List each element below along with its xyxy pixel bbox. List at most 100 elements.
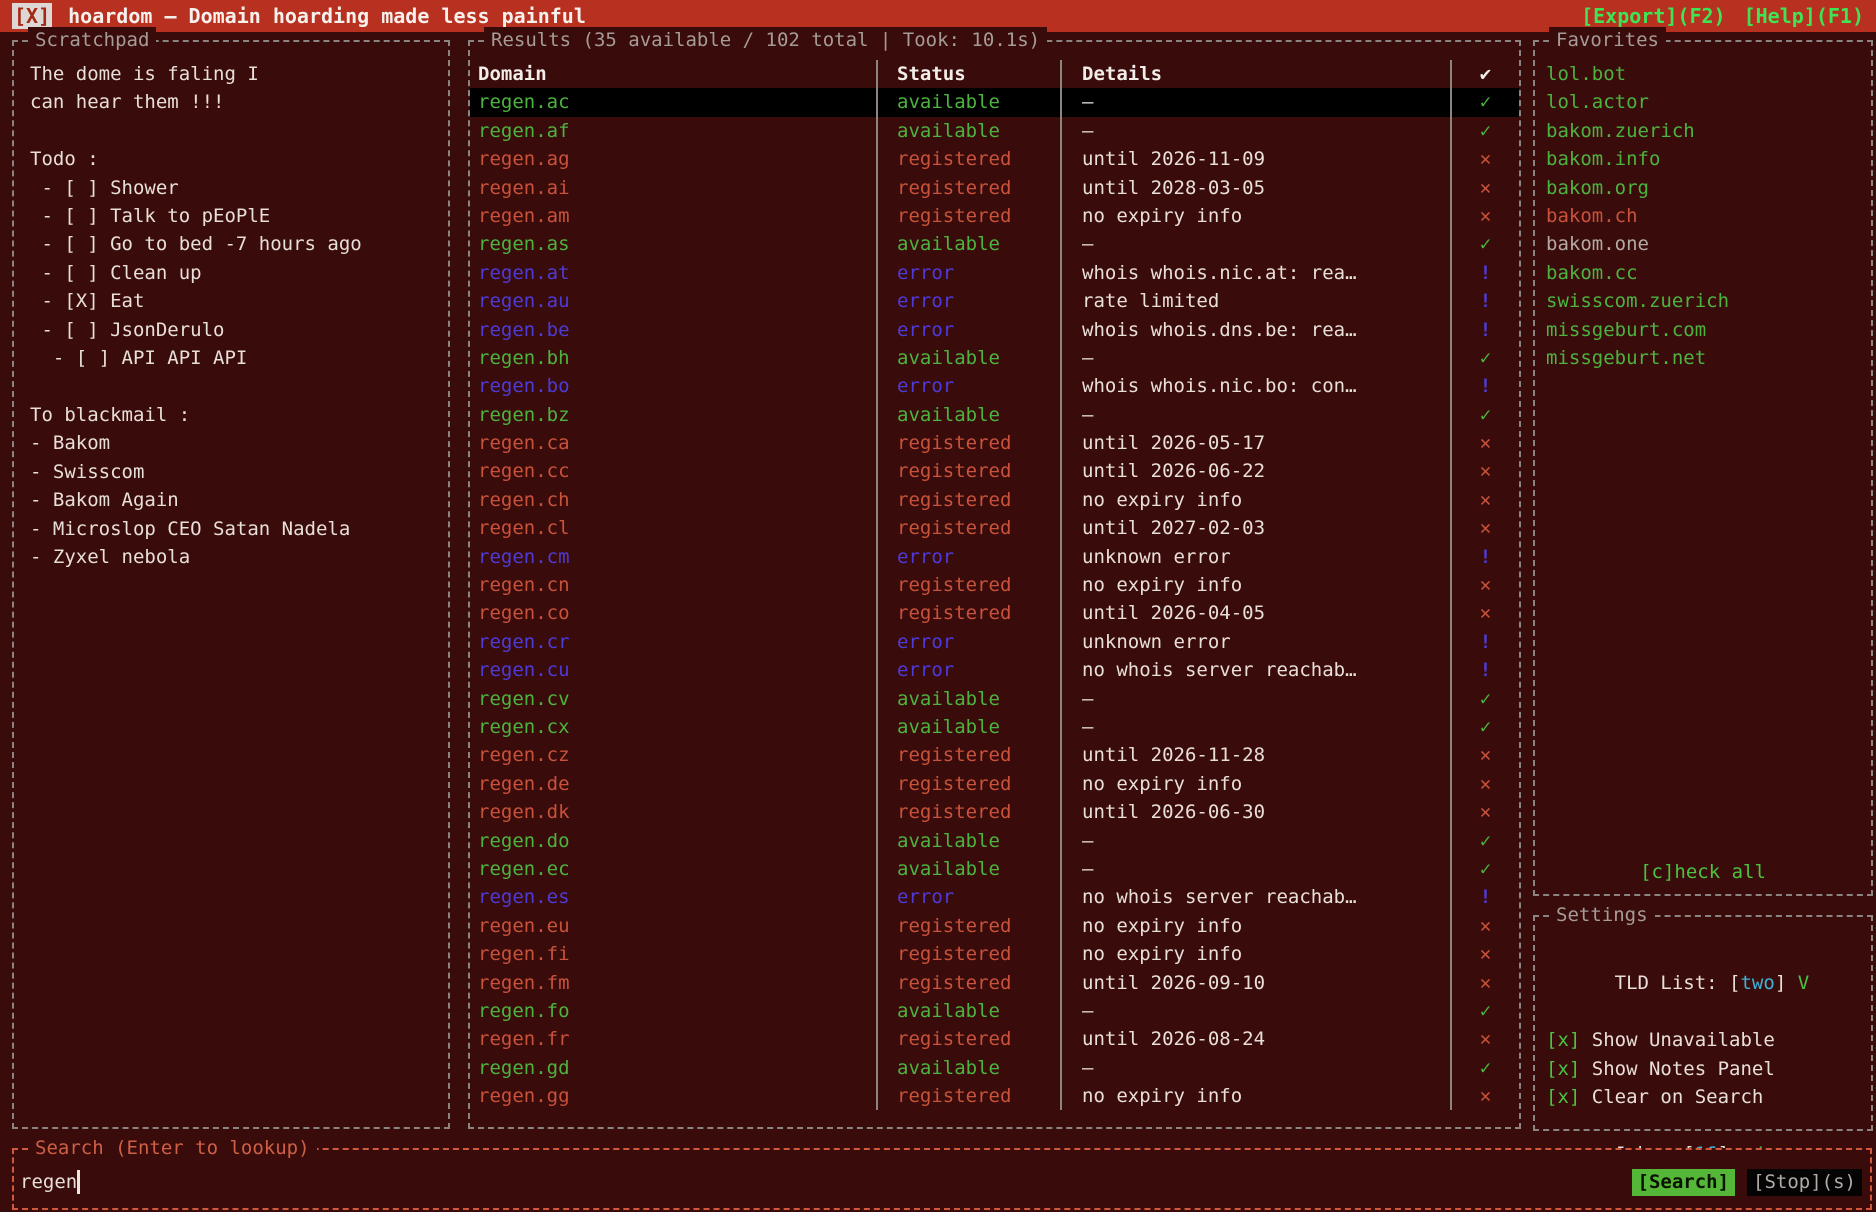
domain-cell: regen.cz	[470, 741, 876, 769]
table-row[interactable]: regen.aterrorwhois whois.nic.at: rea…!	[470, 259, 1519, 287]
table-row[interactable]: regen.eserrorno whois server reachab…!	[470, 883, 1519, 911]
column-header-status: Status	[876, 60, 1060, 88]
scratchpad-line: The dome is faling I	[30, 60, 442, 88]
favorite-item[interactable]: lol.actor	[1546, 88, 1867, 116]
table-row[interactable]: regen.cmerrorunknown error!	[470, 543, 1519, 571]
table-row[interactable]: regen.beerrorwhois whois.dns.be: rea…!	[470, 316, 1519, 344]
details-cell: whois whois.nic.bo: con…	[1060, 372, 1450, 400]
stop-button[interactable]: [Stop](s)	[1747, 1169, 1862, 1196]
check-mark: ✕	[1450, 571, 1519, 599]
table-row[interactable]: regen.crerrorunknown error!	[470, 628, 1519, 656]
results-rows: regen.acavailable–✓regen.afavailable–✓re…	[470, 88, 1519, 1110]
settings-checkbox[interactable]: [x] Show Unavailable	[1546, 1026, 1867, 1054]
table-row[interactable]: regen.doavailable–✓	[470, 827, 1519, 855]
table-row[interactable]: regen.airegistereduntil 2028-03-05✕	[470, 174, 1519, 202]
table-row[interactable]: regen.cvavailable–✓	[470, 685, 1519, 713]
table-row[interactable]: regen.chregisteredno expiry info✕	[470, 486, 1519, 514]
app-title: hoardom — Domain hoarding made less pain…	[68, 4, 586, 28]
status-cell: available	[876, 997, 1060, 1025]
table-row[interactable]: regen.ccregistereduntil 2026-06-22✕	[470, 457, 1519, 485]
scratchpad-content[interactable]: The dome is faling Ican hear them !!! To…	[14, 42, 448, 571]
favorite-item[interactable]: bakom.info	[1546, 145, 1867, 173]
favorites-list: lol.botlol.actorbakom.zuerichbakom.infob…	[1535, 42, 1871, 372]
search-actions: [Search] [Stop](s)	[1632, 1169, 1862, 1196]
checkbox-icon[interactable]: [x]	[1546, 1058, 1580, 1080]
table-row[interactable]: regen.cuerrorno whois server reachab…!	[470, 656, 1519, 684]
table-row[interactable]: regen.czregistereduntil 2026-11-28✕	[470, 741, 1519, 769]
details-cell: –	[1060, 1054, 1450, 1082]
favorite-item[interactable]: bakom.ch	[1546, 202, 1867, 230]
table-header: Domain Status Details ✔	[470, 60, 1519, 88]
status-cell: available	[876, 685, 1060, 713]
check-mark: ✓	[1450, 230, 1519, 258]
favorites-title: Favorites	[1549, 27, 1666, 53]
table-row[interactable]: regen.fmregistereduntil 2026-09-10✕	[470, 969, 1519, 997]
export-button[interactable]: [Export](F2)	[1581, 4, 1726, 28]
favorite-item[interactable]: missgeburt.net	[1546, 344, 1867, 372]
check-mark: ✓	[1450, 117, 1519, 145]
scratchpad-line: - [ ] Shower	[30, 174, 442, 202]
search-input[interactable]: regen	[20, 1168, 77, 1196]
search-button[interactable]: [Search]	[1632, 1169, 1736, 1196]
titlebar-actions: [Export](F2) [Help](F1)	[1581, 4, 1864, 28]
table-row[interactable]: regen.gdavailable–✓	[470, 1054, 1519, 1082]
table-row[interactable]: regen.euregisteredno expiry info✕	[470, 912, 1519, 940]
table-row[interactable]: regen.foavailable–✓	[470, 997, 1519, 1025]
table-row[interactable]: regen.agregistereduntil 2026-11-09✕	[470, 145, 1519, 173]
checkbox-icon[interactable]: [x]	[1546, 1086, 1580, 1108]
scratchpad-line: - Bakom	[30, 429, 442, 457]
table-row[interactable]: regen.caregistereduntil 2026-05-17✕	[470, 429, 1519, 457]
table-row[interactable]: regen.auerrorrate limited!	[470, 287, 1519, 315]
chevron-down-icon[interactable]: V	[1798, 972, 1809, 994]
table-row[interactable]: regen.frregistereduntil 2026-08-24✕	[470, 1025, 1519, 1053]
domain-cell: regen.fo	[470, 997, 876, 1025]
table-row[interactable]: regen.bzavailable–✓	[470, 401, 1519, 429]
status-cell: registered	[876, 174, 1060, 202]
favorite-item[interactable]: bakom.zuerich	[1546, 117, 1867, 145]
settings-checkbox[interactable]: [x] Clear on Search	[1546, 1083, 1867, 1111]
details-cell: until 2028-03-05	[1060, 174, 1450, 202]
close-button[interactable]: [X]	[12, 3, 52, 29]
table-row[interactable]: regen.amregisteredno expiry info✕	[470, 202, 1519, 230]
details-cell: until 2026-09-10	[1060, 969, 1450, 997]
domain-cell: regen.cr	[470, 628, 876, 656]
help-button[interactable]: [Help](F1)	[1744, 4, 1864, 28]
table-row[interactable]: regen.coregistereduntil 2026-04-05✕	[470, 599, 1519, 627]
details-cell: no expiry info	[1060, 912, 1450, 940]
domain-cell: regen.cc	[470, 457, 876, 485]
check-mark: ✕	[1450, 912, 1519, 940]
scratchpad-line	[30, 372, 442, 400]
favorite-item[interactable]: bakom.org	[1546, 174, 1867, 202]
table-row[interactable]: regen.deregisteredno expiry info✕	[470, 770, 1519, 798]
check-mark: ✓	[1450, 685, 1519, 713]
table-row[interactable]: regen.bhavailable–✓	[470, 344, 1519, 372]
table-row[interactable]: regen.ecavailable–✓	[470, 855, 1519, 883]
table-row[interactable]: regen.acavailable–✓	[470, 88, 1519, 116]
favorite-item[interactable]: missgeburt.com	[1546, 316, 1867, 344]
table-row[interactable]: regen.clregistereduntil 2027-02-03✕	[470, 514, 1519, 542]
details-cell: no expiry info	[1060, 770, 1450, 798]
checkbox-icon[interactable]: [x]	[1546, 1029, 1580, 1051]
favorite-item[interactable]: swisscom.zuerich	[1546, 287, 1867, 315]
domain-cell: regen.cm	[470, 543, 876, 571]
table-row[interactable]: regen.ggregisteredno expiry info✕	[470, 1082, 1519, 1110]
table-row[interactable]: regen.asavailable–✓	[470, 230, 1519, 258]
settings-checkbox[interactable]: [x] Show Notes Panel	[1546, 1055, 1867, 1083]
details-cell: no expiry info	[1060, 202, 1450, 230]
status-cell: registered	[876, 202, 1060, 230]
check-mark: ✕	[1450, 486, 1519, 514]
check-all-button[interactable]: [c]heck all	[1535, 858, 1871, 886]
table-row[interactable]: regen.dkregistereduntil 2026-06-30✕	[470, 798, 1519, 826]
table-row[interactable]: regen.boerrorwhois whois.nic.bo: con…!	[470, 372, 1519, 400]
domain-cell: regen.fr	[470, 1025, 876, 1053]
table-row[interactable]: regen.cxavailable–✓	[470, 713, 1519, 741]
favorite-item[interactable]: bakom.one	[1546, 230, 1867, 258]
table-row[interactable]: regen.firegisteredno expiry info✕	[470, 940, 1519, 968]
favorite-item[interactable]: lol.bot	[1546, 60, 1867, 88]
table-row[interactable]: regen.cnregisteredno expiry info✕	[470, 571, 1519, 599]
favorite-item[interactable]: bakom.cc	[1546, 259, 1867, 287]
tld-list-setting[interactable]: TLD List: [two] V	[1546, 941, 1867, 1026]
scratchpad-line: - [ ] API API API	[30, 344, 442, 372]
check-mark: !	[1450, 883, 1519, 911]
table-row[interactable]: regen.afavailable–✓	[470, 117, 1519, 145]
